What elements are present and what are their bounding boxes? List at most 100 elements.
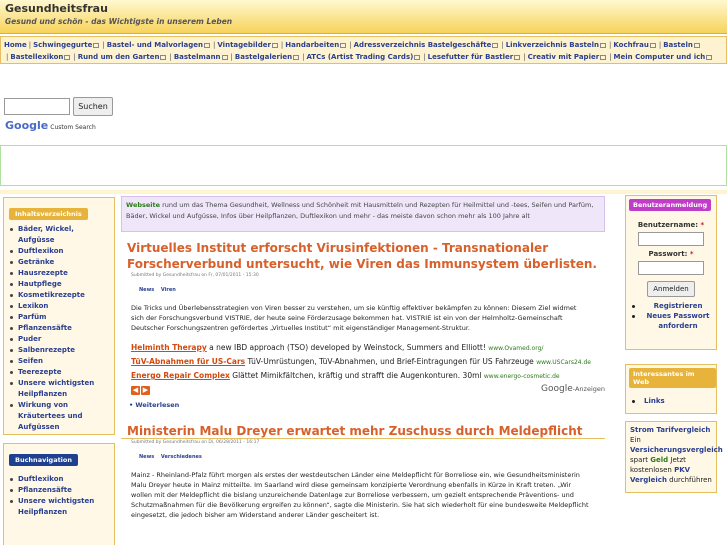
sidebar-link[interactable]: Parfüm (10, 312, 110, 323)
toc-title: Inhaltsverzeichnis (9, 208, 88, 220)
nav-separator: | (501, 41, 504, 49)
interesting-block: Interessantes im Web Links (625, 364, 717, 414)
article-meta: Submitted by Gesundheitsfrau on Fr, 07/0… (131, 273, 259, 278)
google-ads-label[interactable]: Google-Anzeigen (541, 383, 605, 396)
tag-link[interactable]: Verschiedenes (161, 454, 202, 460)
nav-link[interactable]: Bastelmann (174, 53, 221, 61)
tag-link[interactable]: Viren (161, 287, 176, 293)
sidebar-link[interactable]: Getränke (10, 257, 110, 268)
nav-link[interactable]: Mein Computer und ich (614, 53, 706, 61)
links-link[interactable]: Links (630, 396, 712, 406)
ads-anzeigen-label: -Anzeigen (572, 385, 605, 393)
nav-link[interactable]: Home (4, 41, 27, 49)
tag-link[interactable]: News (139, 287, 154, 293)
ad-url[interactable]: www.USCars24.de (536, 359, 591, 366)
sidebar-link[interactable]: Kosmetikrezepte (10, 290, 110, 301)
primary-nav: Home | Schwingegurte | Bastel- und Malvorlag… (0, 36, 727, 64)
sidebar-link[interactable]: Duftlexikon (10, 246, 110, 257)
nav-separator: | (6, 53, 9, 61)
required-marker: * (689, 250, 694, 258)
sidebar-link[interactable]: Hausrezepte (10, 268, 110, 279)
ad-prev-arrow-icon[interactable]: ◀ (131, 386, 140, 395)
intro-box: Webseite rund um das Thema Gesundheit, W… (121, 196, 605, 232)
nav-separator: | (302, 53, 305, 61)
nav-link[interactable]: Schwingegurte (33, 41, 92, 49)
ad-text: Glättet Mimikfältchen, kräftig und straf… (232, 371, 482, 380)
login-block: Benutzeranmeldung Benutzername: * Passwo… (625, 195, 717, 350)
nav-separator: | (609, 41, 612, 49)
strom-text-4: durchführen (669, 476, 712, 484)
versicherung-link[interactable]: Versicherungsvergleich (630, 446, 723, 454)
nav-link[interactable]: Creativ mit Papier (528, 53, 600, 61)
book-nav-list: Duftlexikon Pflanzensäfte Unsere wichtigst… (4, 466, 114, 522)
ad-url[interactable]: www.Ovamed.org/ (488, 345, 543, 352)
login-button[interactable]: Anmelden (647, 281, 695, 297)
required-marker: * (700, 221, 705, 229)
nav-separator: | (169, 53, 172, 61)
nav-link[interactable]: Handarbeiten (285, 41, 339, 49)
sidebar-link[interactable]: Teerezepte (10, 367, 110, 378)
ad-title[interactable]: Helminth Therapy (131, 343, 207, 352)
external-link-icon (93, 42, 100, 48)
ad-title[interactable]: Energo Repair Complex (131, 371, 230, 380)
article-title[interactable]: Ministerin Malu Dreyer erwartet mehr Zus… (121, 423, 605, 439)
ad-url[interactable]: www.energo-cosmetic.de (484, 373, 560, 380)
strom-text-2: spart (630, 456, 649, 464)
nav-link[interactable]: ATCs (Artist Trading Cards) (306, 53, 413, 61)
sidebar-link[interactable]: Hautpflege (10, 279, 110, 290)
sidebar-link[interactable]: Lexikon (10, 301, 110, 312)
nav-link[interactable]: Bastelgalerien (235, 53, 292, 61)
book-nav-block: Buchnavigation Duftlexikon Pflanzensäfte U… (3, 443, 115, 545)
sidebar-link[interactable]: Wirkung von Kräutertees und Aufgüssen (10, 400, 110, 433)
ad-text: TüV-Umrüstungen, TüV-Abnahmen, und Brief… (247, 357, 534, 366)
login-title: Benutzeranmeldung (629, 199, 712, 211)
nav-link[interactable]: Rund um den Garten (78, 53, 160, 61)
google-ads: Helminth Therapy a new IBD approach (TSO… (121, 341, 605, 395)
main-content: Virtuelles Institut erforscht Virusinfek… (121, 240, 605, 520)
tag-link[interactable]: News (139, 454, 154, 460)
external-link-icon (160, 54, 167, 60)
sidebar-link[interactable]: Unsere wichtigsten Heilpflanzen (10, 378, 110, 400)
external-link-icon (221, 54, 228, 60)
sidebar-link[interactable]: Pflanzensäfte (10, 485, 110, 496)
sidebar-link[interactable]: Seifen (10, 356, 110, 367)
site-title[interactable]: Gesundheitsfrau (5, 2, 108, 15)
nav-link[interactable]: Linkverzeichnis Basteln (506, 41, 599, 49)
nav-link[interactable]: Basteln (663, 41, 693, 49)
strom-link[interactable]: Strom Tarifvergleich (630, 426, 710, 434)
search-input[interactable] (4, 98, 70, 115)
sidebar-link[interactable]: Puder (10, 334, 110, 345)
right-sidebar: Benutzeranmeldung Benutzername: * Passwo… (625, 195, 723, 493)
sidebar-link[interactable]: Bäder, Wickel, Aufgüsse (10, 224, 110, 246)
ad-footer: ◀ ▶ Google-Anzeigen (131, 383, 605, 395)
new-password-link[interactable]: Neues Passwort anfordern (630, 311, 712, 331)
nav-link[interactable]: Lesefutter für Bastler (428, 53, 514, 61)
article-title[interactable]: Virtuelles Institut erforscht Virusinfek… (121, 240, 605, 272)
sidebar-link[interactable]: Pflanzensäfte (10, 323, 110, 334)
register-link[interactable]: Registrieren (630, 301, 712, 311)
sidebar-link[interactable]: Salbenrezepte (10, 345, 110, 356)
read-more-link[interactable]: • Weiterlesen (121, 401, 605, 409)
article: Virtuelles Institut erforscht Virusinfek… (121, 240, 605, 333)
nav-link[interactable]: Kochfrau (613, 41, 648, 49)
username-input[interactable] (638, 232, 704, 246)
article-tags: News Verschiedenes (121, 454, 605, 460)
ad-next-arrow-icon[interactable]: ▶ (141, 386, 150, 395)
sidebar-link[interactable]: Duftlexikon (10, 474, 110, 485)
nav-separator: | (73, 53, 76, 61)
site-header: Gesundheitsfrau Gesund und schön - das W… (0, 0, 727, 34)
nav-link[interactable]: Adressverzeichnis Bastelgeschäfte (354, 41, 492, 49)
nav-link[interactable]: Bastel- und Malvorlagen (107, 41, 203, 49)
nav-link[interactable]: Vintagebilder (217, 41, 271, 49)
nav-link[interactable]: Bastellexikon (10, 53, 63, 61)
nav-separator: | (658, 41, 662, 49)
google-ads-logo: Google (541, 384, 573, 394)
password-label: Passwort: * (626, 250, 716, 258)
interesting-list: Links (626, 394, 716, 408)
external-link-icon (293, 54, 300, 60)
ad-title[interactable]: TüV-Abnahmen für US-Cars (131, 357, 245, 366)
article-divider (121, 438, 605, 439)
password-input[interactable] (638, 261, 704, 275)
search-button[interactable]: Suchen (73, 97, 113, 116)
sidebar-link[interactable]: Unsere wichtigsten Heilpflanzen (10, 496, 110, 518)
